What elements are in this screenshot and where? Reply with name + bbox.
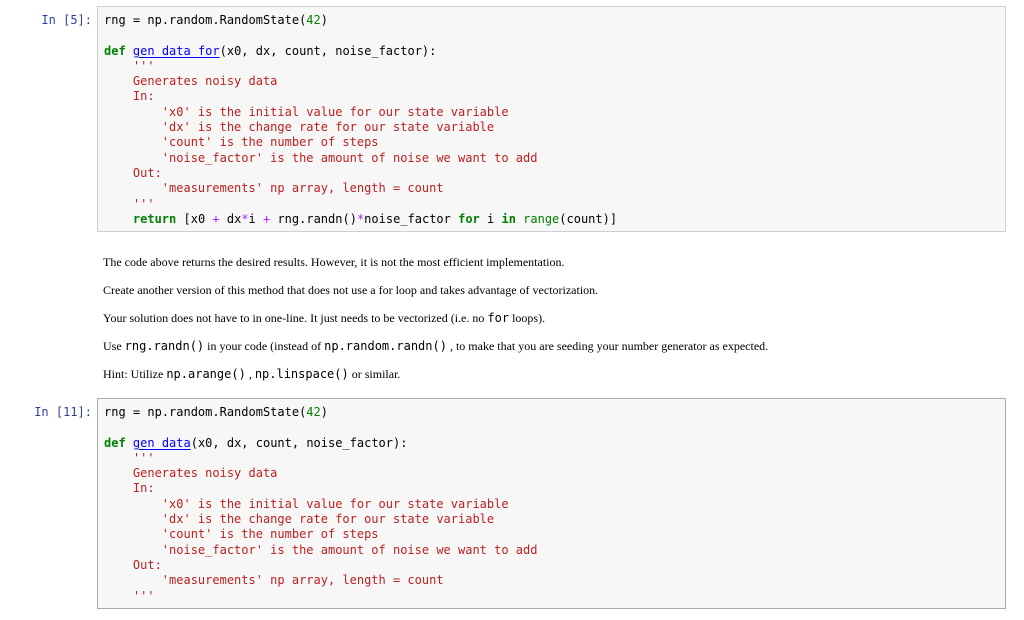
code-token: 'x0' is the initial value for our state … [104, 104, 509, 119]
markdown-paragraph: Hint: Utilize np.arange(), np.linspace() or… [103, 367, 400, 382]
text: , to make that you are seeding your numb… [449, 339, 769, 353]
inline-code: for [487, 311, 510, 325]
code-editor[interactable]: rng = np.random.RandomState(42) def gen_d… [104, 405, 537, 604]
code-line: In: [104, 89, 617, 104]
code-line: 'noise_factor' is the amount of noise we… [104, 542, 538, 558]
code-token: 'noise_factor' is the amount of noise we… [104, 150, 538, 165]
code-token: i [479, 211, 502, 226]
code-token: 42 [306, 13, 321, 27]
code-line: ''' [104, 197, 617, 212]
code-editor[interactable]: rng = np.random.RandomState(42) def gen_d… [104, 13, 617, 227]
code-token: 'count' is the number of steps [104, 527, 379, 542]
code-token: In: [104, 481, 155, 496]
code-line: rng = np.random.RandomState(42) [104, 13, 617, 28]
code-line: 'dx' is the change rate for our state va… [104, 512, 537, 527]
markdown-paragraph: Your solution does not have to in one-li… [103, 311, 545, 326]
code-line: 'measurements' np array, length = count [104, 573, 537, 588]
code-line: 'x0' is the initial value for our state … [104, 105, 617, 120]
code-cell-gen-data[interactable]: rng = np.random.RandomState(42) def gen_d… [97, 398, 1006, 609]
code-token: Generates noisy data [104, 74, 278, 89]
code-token: def [104, 435, 126, 450]
code-token: (x0, dx, count, noise_factor): [190, 435, 408, 450]
code-line: ''' [104, 59, 617, 74]
code-token: 'dx' is the change rate for our state va… [104, 512, 495, 527]
code-token: 'dx' is the change rate for our state va… [104, 120, 495, 135]
cell-prompt: In [5]: [41, 13, 92, 27]
code-line: Out: [104, 166, 617, 181]
code-line: 'measurements' np array, length = count [104, 181, 617, 196]
markdown-paragraph: Create another version of this method th… [103, 283, 599, 297]
code-line: Out: [104, 558, 537, 573]
text: or similar. [351, 367, 401, 381]
code-token: 'x0' is the initial value for our state … [104, 496, 509, 511]
text: , [248, 367, 252, 381]
code-token: rng = np.random.RandomState( [104, 13, 307, 27]
code-token: 'noise_factor' is the amount of noise we… [104, 542, 538, 557]
text: Your solution does not have to in one-li… [103, 311, 485, 325]
code-token: i [248, 211, 263, 226]
cell-prompt: In [11]: [34, 405, 92, 419]
code-token: rng = np.random.RandomState( [104, 405, 307, 419]
code-token: ) [320, 13, 328, 27]
code-line: rng = np.random.RandomState(42) [104, 405, 537, 420]
code-token: noise_factor [364, 211, 459, 226]
code-line: Generates noisy data [104, 74, 617, 89]
code-token: 42 [306, 405, 321, 419]
code-token: * [241, 211, 249, 226]
code-token: ''' [104, 588, 155, 603]
code-token: 'count' is the number of steps [104, 135, 379, 150]
text: Hint: Utilize [103, 367, 164, 381]
code-token: range [523, 211, 560, 226]
code-token: ''' [104, 58, 155, 73]
text: Use [103, 339, 122, 353]
code-token: for [458, 211, 480, 226]
code-token: (count)] [559, 211, 618, 226]
code-line: ''' [104, 451, 537, 466]
code-line: def gen_data_for(x0, dx, count, noise_fa… [104, 44, 617, 59]
markdown-paragraph: Use rng.randn() in your code (instead of np… [103, 339, 768, 354]
code-token: gen_data_for [132, 43, 220, 58]
code-line: 'count' is the number of steps [104, 135, 617, 150]
code-token: ) [320, 405, 328, 419]
inline-code: rng.randn() [124, 339, 205, 353]
code-line: return [x0 + dx*i + rng.randn()*noise_fa… [104, 212, 617, 227]
code-line: 'x0' is the initial value for our state … [104, 497, 537, 512]
code-token: def [104, 43, 126, 58]
code-token: + [212, 211, 220, 226]
code-cell-gen-data-for[interactable]: rng = np.random.RandomState(42) def gen_d… [97, 6, 1006, 232]
code-token: gen_data [132, 435, 191, 450]
code-token: ''' [104, 450, 155, 465]
code-token: In: [104, 89, 155, 104]
text: loops). [512, 311, 546, 325]
code-token: ''' [104, 196, 155, 211]
text: in your code (instead of [207, 339, 322, 353]
code-token: Out: [104, 557, 162, 572]
code-token: (x0, dx, count, noise_factor): [219, 43, 437, 58]
code-line: Generates noisy data [104, 466, 537, 481]
code-line: In: [104, 481, 537, 496]
code-token: Generates noisy data [104, 466, 278, 481]
code-line: def gen_data(x0, dx, count, noise_factor… [104, 436, 537, 451]
code-line: 'noise_factor' is the amount of noise we… [104, 151, 617, 166]
code-line: 'count' is the number of steps [104, 527, 537, 542]
markdown-paragraph: The code above returns the desired resul… [103, 255, 565, 269]
code-token: [x0 [176, 211, 213, 226]
code-token: Out: [104, 165, 162, 180]
code-token: 'measurements' np array, length = count [104, 573, 444, 588]
inline-code: np.arange() [166, 367, 246, 381]
code-line: ''' [104, 589, 537, 604]
code-token: rng.randn() [270, 211, 357, 226]
code-token: dx [219, 211, 242, 226]
code-token: return [132, 211, 177, 226]
inline-code: np.random.randn() [324, 339, 447, 353]
code-line: 'dx' is the change rate for our state va… [104, 120, 617, 135]
code-token: in [501, 211, 516, 226]
code-token: 'measurements' np array, length = count [104, 181, 444, 196]
inline-code: np.linspace() [254, 367, 349, 381]
